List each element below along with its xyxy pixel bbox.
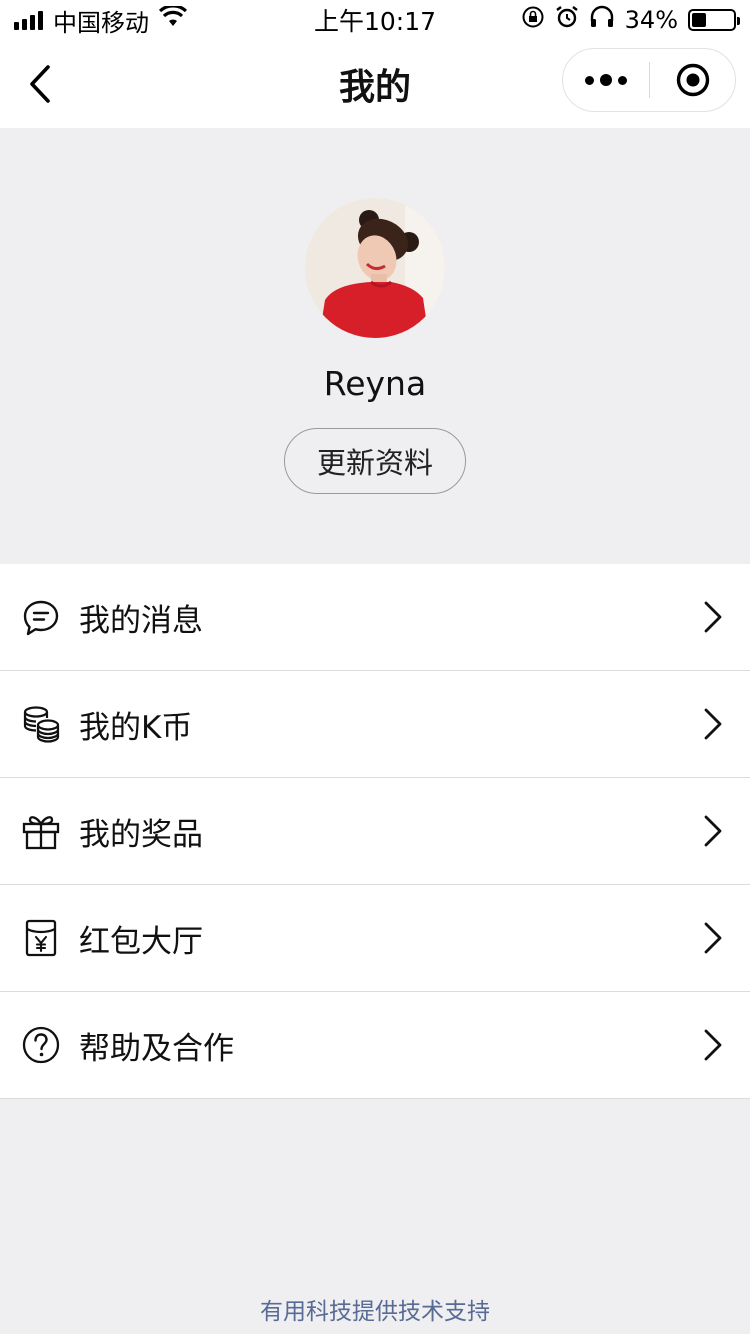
signal-icon xyxy=(14,10,43,30)
mini-program-capsule xyxy=(562,48,736,112)
battery-fill xyxy=(692,13,706,27)
coins-icon xyxy=(20,703,62,745)
more-button[interactable] xyxy=(563,49,649,111)
menu-item-prizes[interactable]: 我的奖品 xyxy=(0,778,750,885)
more-dot-icon xyxy=(618,75,627,85)
carrier-label: 中国移动 xyxy=(53,8,149,37)
chevron-right-icon xyxy=(704,815,722,847)
rotation-lock-icon xyxy=(521,5,545,35)
battery-percent: 34% xyxy=(624,6,678,34)
avatar-image xyxy=(305,198,445,338)
menu-item-label: 帮助及合作 xyxy=(79,1030,234,1067)
menu-item-label: 我的K币 xyxy=(79,709,193,746)
username: Reyna xyxy=(323,364,427,403)
nav-bar: 我的 xyxy=(0,40,750,128)
wifi-icon xyxy=(158,4,188,34)
menu-item-label: 红包大厅 xyxy=(79,923,203,960)
chevron-left-icon xyxy=(30,65,50,103)
red-envelope-icon xyxy=(20,917,62,959)
menu-item-red-envelope-hall[interactable]: 红包大厅 xyxy=(0,885,750,992)
status-right: 34% xyxy=(521,5,740,35)
profile-section: Reyna 更新资料 xyxy=(0,128,750,564)
status-left: 中国移动 xyxy=(14,3,274,38)
close-mini-program-button[interactable] xyxy=(650,49,735,111)
menu-list: 我的消息 我的K币 我的奖品 红包大厅 帮助及合作 xyxy=(0,564,750,1099)
back-button[interactable] xyxy=(20,64,60,104)
gift-icon xyxy=(20,810,62,852)
more-dot-icon xyxy=(585,75,594,85)
chevron-right-icon xyxy=(704,922,722,954)
update-profile-button[interactable]: 更新资料 xyxy=(284,428,466,494)
headphones-icon xyxy=(589,5,615,35)
chevron-right-icon xyxy=(704,1029,722,1061)
alarm-icon xyxy=(555,5,579,35)
chevron-right-icon xyxy=(704,601,722,633)
menu-item-messages[interactable]: 我的消息 xyxy=(0,564,750,671)
more-dot-icon xyxy=(600,74,612,86)
help-icon xyxy=(20,1024,62,1066)
menu-item-help-cooperation[interactable]: 帮助及合作 xyxy=(0,992,750,1099)
target-close-icon xyxy=(676,63,709,97)
tech-support-footer[interactable]: 有用科技提供技术支持 xyxy=(0,1292,750,1326)
status-bar: 中国移动 上午10:17 34% xyxy=(0,0,750,40)
avatar[interactable] xyxy=(305,198,445,338)
menu-item-k-coins[interactable]: 我的K币 xyxy=(0,671,750,778)
chevron-right-icon xyxy=(704,708,722,740)
menu-item-label: 我的消息 xyxy=(79,602,203,639)
menu-item-label: 我的奖品 xyxy=(79,816,203,853)
battery-icon xyxy=(688,9,740,31)
chat-bubble-icon xyxy=(20,596,62,638)
